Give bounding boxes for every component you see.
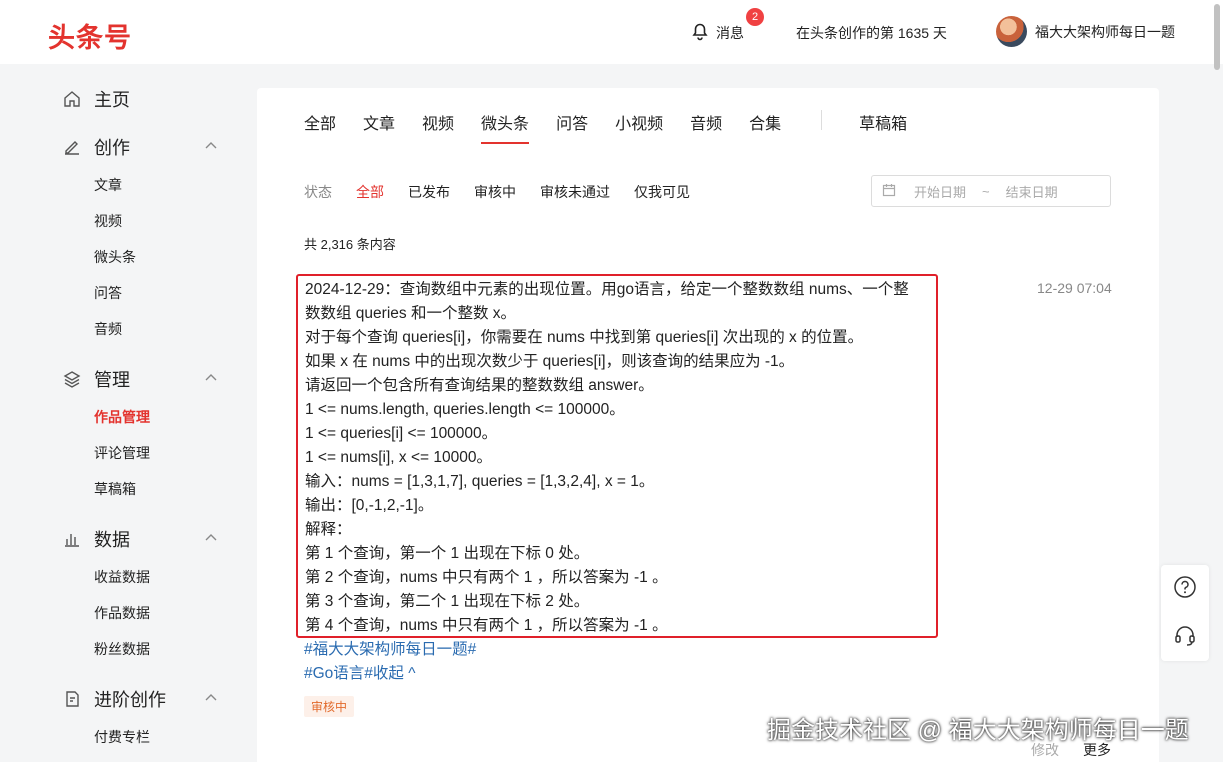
post-time: 12-29 07:04 — [1037, 280, 1112, 296]
post-line: 解释： — [305, 521, 352, 538]
sidebar-item-fans-data[interactable]: 粉丝数据 — [94, 639, 150, 659]
sidebar-item-qa[interactable]: 问答 — [94, 283, 122, 303]
tab-divider — [821, 110, 823, 130]
post-tags: #福大大架构师每日一题# #Go语言#收起 ^ — [304, 638, 476, 686]
status-badge: 审核中 — [304, 696, 355, 717]
filter-label: 状态 — [304, 184, 332, 200]
content-tabs: 全部 文章 视频 微头条 问答 小视频 音频 合集 草稿箱 — [304, 110, 934, 144]
sidebar-item-comments[interactable]: 评论管理 — [94, 443, 150, 463]
bar-chart-icon — [62, 529, 82, 549]
post-line: 第 1 个查询，第一个 1 出现在下标 0 处。 — [305, 545, 590, 562]
floating-toolbar — [1161, 565, 1209, 661]
headset-icon — [1173, 623, 1197, 652]
post-line: 数数组 queries 和一个整数 x。 — [305, 305, 517, 322]
post-line: 第 2 个查询，nums 中只有两个 1 ，所以答案为 -1 。 — [305, 569, 668, 586]
post-line: 如果 x 在 nums 中的出现次数少于 queries[i]，则该查询的结果应… — [305, 353, 795, 370]
main-panel: 全部 文章 视频 微头条 问答 小视频 音频 合集 草稿箱 状态 全部 已发布 … — [257, 88, 1159, 762]
tab-qa[interactable]: 问答 — [556, 110, 588, 144]
sidebar-item-paid-column[interactable]: 付费专栏 — [94, 727, 150, 747]
help-button[interactable] — [1161, 565, 1209, 613]
sidebar-group-label: 管理 — [94, 370, 130, 390]
pen-icon — [62, 137, 82, 157]
sidebar-item-works[interactable]: 作品管理 — [94, 407, 150, 427]
sidebar-item-article[interactable]: 文章 — [94, 175, 122, 195]
sidebar-item-works-data[interactable]: 作品数据 — [94, 603, 150, 623]
post-line: 2024-12-29：查询数组中元素的出现位置。用go语言，给定一个整数数组 n… — [305, 281, 909, 298]
tab-micro-post[interactable]: 微头条 — [481, 110, 530, 144]
notifications-label: 消息 — [716, 24, 744, 41]
sidebar-item-micro-post[interactable]: 微头条 — [94, 247, 136, 267]
sidebar-group-label: 创作 — [94, 138, 130, 158]
sidebar-group-advanced[interactable]: 进阶创作 — [62, 686, 218, 712]
filter-private[interactable]: 仅我可见 — [634, 182, 690, 202]
hashtag-collapse-link[interactable]: #Go语言#收起 ^ — [304, 662, 476, 686]
notifications-button[interactable]: 消息 2 — [690, 8, 764, 44]
start-date-input[interactable]: 开始日期 — [914, 182, 966, 201]
chevron-up-icon[interactable] — [204, 529, 218, 550]
total-count: 共 2,316 条内容 — [304, 237, 396, 252]
avatar[interactable] — [996, 16, 1027, 47]
document-edit-icon — [62, 689, 82, 709]
sidebar-item-audio[interactable]: 音频 — [94, 319, 122, 339]
home-icon — [62, 89, 82, 109]
post-content[interactable]: 2024-12-29：查询数组中元素的出现位置。用go语言，给定一个整数数组 n… — [296, 274, 938, 638]
post-line: 对于每个查询 queries[i]，你需要在 nums 中找到第 queries… — [305, 329, 864, 346]
post-line: 第 3 个查询，第二个 1 出现在下标 2 处。 — [305, 593, 590, 610]
chevron-up-icon[interactable] — [204, 137, 218, 158]
sidebar-group-data[interactable]: 数据 — [62, 526, 218, 552]
watermark: 掘金技术社区 @ 福大大架构师每日一题 — [767, 717, 1189, 744]
tab-short-video[interactable]: 小视频 — [615, 110, 663, 144]
support-button[interactable] — [1161, 613, 1209, 661]
filter-all[interactable]: 全部 — [356, 182, 384, 202]
tab-audio[interactable]: 音频 — [690, 110, 722, 144]
username[interactable]: 福大大架构师每日一题 — [1035, 22, 1175, 42]
sidebar-item-video[interactable]: 视频 — [94, 211, 122, 231]
post-line: 第 4 个查询，nums 中只有两个 1 ，所以答案为 -1 。 — [305, 617, 668, 634]
logo[interactable]: 头条号 — [48, 16, 132, 55]
sidebar-group-create[interactable]: 创作 — [62, 134, 218, 160]
sidebar-item-income[interactable]: 收益数据 — [94, 567, 150, 587]
tab-collection[interactable]: 合集 — [749, 110, 781, 144]
chevron-up-icon[interactable] — [204, 689, 218, 710]
top-bar: 头条号 消息 2 在头条创作的第 1635 天 福大大架构师每日一题 — [0, 0, 1223, 70]
creation-days: 在头条创作的第 1635 天 — [796, 25, 947, 41]
post-line: 1 <= nums.length, queries.length <= 1000… — [305, 401, 625, 418]
help-icon — [1173, 575, 1197, 604]
calendar-icon — [882, 183, 896, 200]
sidebar-group-label: 进阶创作 — [94, 690, 166, 710]
sidebar-item-home[interactable]: 主页 — [62, 86, 218, 112]
sidebar-item-drafts[interactable]: 草稿箱 — [94, 479, 136, 499]
date-range-picker[interactable]: 开始日期 ~ 结束日期 — [871, 175, 1111, 207]
notification-badge: 2 — [746, 8, 764, 26]
tab-drafts[interactable]: 草稿箱 — [859, 110, 907, 144]
post-line: 输出：[0,-1,2,-1]。 — [305, 497, 434, 514]
filter-rejected[interactable]: 审核未通过 — [540, 182, 610, 202]
chevron-up-icon[interactable] — [204, 369, 218, 390]
post-line: 1 <= queries[i] <= 100000。 — [305, 425, 498, 442]
hashtag-link[interactable]: #福大大架构师每日一题# — [304, 638, 476, 662]
filter-reviewing[interactable]: 审核中 — [474, 182, 516, 202]
filter-published[interactable]: 已发布 — [408, 182, 450, 202]
end-date-input[interactable]: 结束日期 — [1006, 182, 1058, 201]
page-scrollbar[interactable] — [1214, 4, 1220, 70]
status-filters: 状态 全部 已发布 审核中 审核未通过 仅我可见 — [304, 182, 714, 202]
sidebar-item-label: 主页 — [94, 90, 130, 110]
sidebar-group-label: 数据 — [94, 530, 130, 550]
post-line: 请返回一个包含所有查询结果的整数数组 answer。 — [305, 377, 654, 394]
user-menu[interactable]: 福大大架构师每日一题 — [996, 16, 1175, 47]
post-line: 输入：nums = [1,3,1,7], queries = [1,3,2,4]… — [305, 473, 655, 490]
tab-all[interactable]: 全部 — [304, 110, 336, 144]
sidebar: 主页 创作 文章 视频 微头条 问答 音频 管理 作品管理 评论管理 草稿箱 数… — [0, 64, 250, 762]
bell-icon — [690, 21, 710, 44]
layers-icon — [62, 369, 82, 389]
sidebar-group-manage[interactable]: 管理 — [62, 366, 218, 392]
post-line: 1 <= nums[i], x <= 10000。 — [305, 449, 492, 466]
tab-article[interactable]: 文章 — [363, 110, 395, 144]
date-separator: ~ — [982, 183, 990, 199]
tab-video[interactable]: 视频 — [422, 110, 454, 144]
